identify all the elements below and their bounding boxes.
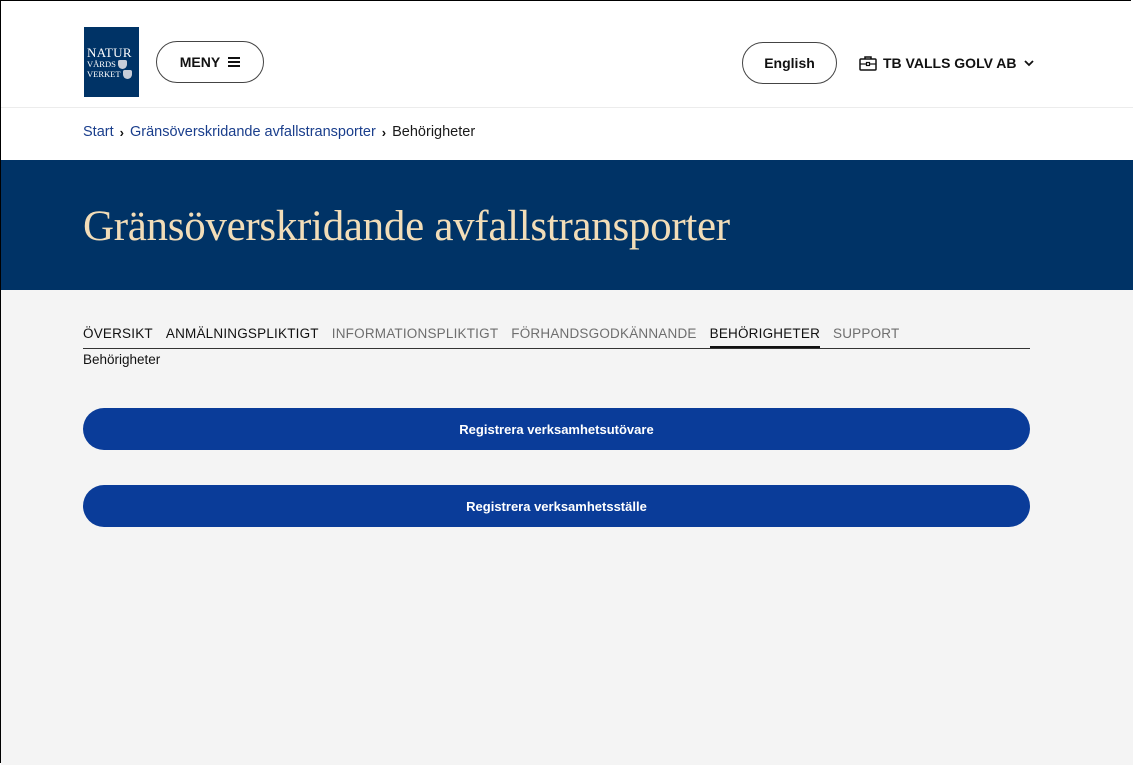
logo-line-2: VÅRDS	[87, 58, 116, 69]
page-banner: Gränsöverskridande avfallstransporter	[1, 160, 1133, 290]
breadcrumb-section-link[interactable]: Gränsöverskridande avfallstransporter	[130, 124, 376, 140]
tab-support[interactable]: SUPPORT	[833, 326, 899, 348]
language-button[interactable]: English	[742, 42, 837, 84]
tab-anmalningspliktigt[interactable]: ANMÄLNINGSPLIKTIGT	[166, 326, 319, 348]
logo-line-2-wrap: VÅRDS	[87, 58, 127, 69]
tab-oversikt[interactable]: ÖVERSIKT	[83, 326, 153, 348]
chevron-right-icon: ›	[119, 124, 124, 140]
register-operator-label: Registrera verksamhetsutövare	[459, 421, 654, 437]
section-title: Behörigheter	[83, 352, 161, 367]
register-site-label: Registrera verksamhetsställe	[466, 498, 647, 514]
breadcrumb-current: Behörigheter	[392, 124, 476, 140]
logo-line-3-wrap: VERKET	[87, 68, 132, 79]
register-operator-button[interactable]: Registrera verksamhetsutövare	[83, 408, 1030, 450]
main-content: ÖVERSIKT ANMÄLNINGSPLIKTIGT INFORMATIONS…	[1, 290, 1133, 765]
hamburger-icon	[228, 55, 241, 70]
menu-label: MENY	[179, 54, 221, 70]
organization-selector[interactable]: TB VALLS GOLV AB	[859, 53, 1035, 73]
crest-icon	[122, 69, 132, 79]
crest-icon	[117, 59, 127, 69]
language-label: English	[764, 55, 815, 71]
tab-forhandsgodkannande[interactable]: FÖRHANDSGODKÄNNANDE	[511, 326, 696, 348]
chevron-down-icon	[1023, 60, 1034, 67]
organization-name: TB VALLS GOLV AB	[883, 55, 1017, 71]
section-tabs: ÖVERSIKT ANMÄLNINGSPLIKTIGT INFORMATIONS…	[83, 326, 1030, 349]
page-title: Gränsöverskridande avfallstransporter	[83, 203, 730, 250]
chevron-right-icon: ›	[381, 124, 387, 140]
naturvardsverket-logo[interactable]: NATUR VÅRDS VERKET	[84, 27, 139, 97]
breadcrumb: Start › Gränsöverskridande avfallstransp…	[83, 124, 475, 140]
tab-behorigheter[interactable]: BEHÖRIGHETER	[709, 326, 821, 348]
briefcase-icon	[859, 56, 877, 71]
register-site-button[interactable]: Registrera verksamhetsställe	[83, 485, 1030, 527]
logo-line-1: NATUR	[87, 44, 132, 60]
breadcrumb-start-link[interactable]: Start	[83, 124, 114, 140]
menu-button[interactable]: MENY	[156, 41, 264, 83]
logo-line-3: VERKET	[87, 68, 121, 79]
site-header: NATUR VÅRDS VERKET MENY English TB VALLS…	[1, 1, 1133, 108]
tab-informationspliktigt[interactable]: INFORMATIONSPLIKTIGT	[332, 326, 499, 348]
